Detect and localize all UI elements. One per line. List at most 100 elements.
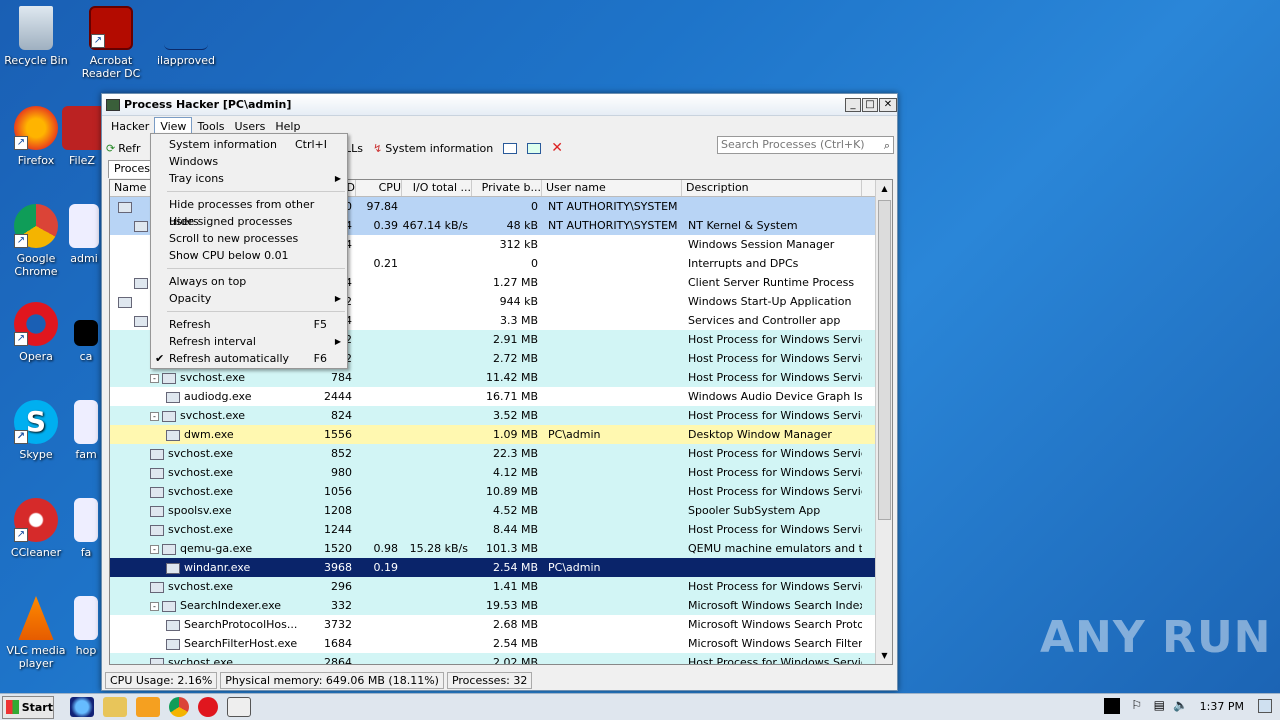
table-row[interactable]: svchost.exe 296 1.41 MB Host Process for Wi… [110, 577, 892, 596]
table-row[interactable]: svchost.exe 1244 8.44 MB Host Process for W… [110, 520, 892, 539]
cell-priv: 8.44 MB [492, 523, 538, 536]
cell-priv: 2.02 MB [492, 656, 538, 665]
cell-io [402, 349, 472, 368]
maximize-button[interactable]: □ [862, 97, 878, 112]
col-cpu[interactable]: CPU [356, 180, 402, 196]
show-desktop-icon[interactable] [1258, 699, 1272, 713]
file-icon [69, 204, 99, 248]
cell-name: spoolsv.exe [110, 501, 309, 520]
col-io[interactable]: I/O total ... [402, 180, 472, 196]
cell-cpu [356, 615, 402, 634]
flag-icon[interactable]: ⚐ [1131, 698, 1142, 712]
table-row[interactable]: SearchProtocolHos... 3732 2.68 MB Microsoft… [110, 615, 892, 634]
table-row[interactable]: svchost.exe 2864 2.02 MB Host Process for W… [110, 653, 892, 665]
table-row[interactable]: dwm.exe 1556 1.09 MB PC\admin Desktop Window… [110, 425, 892, 444]
process-hacker-taskbar-icon[interactable] [227, 697, 251, 717]
vertical-scrollbar[interactable]: ▲ ▼ [875, 180, 892, 664]
table-row[interactable]: - svchost.exe 784 11.42 MB Host Process for … [110, 368, 892, 387]
cell-priv: 2.72 MB [492, 352, 538, 365]
menu-item-always-on-top[interactable]: Always on top [151, 273, 347, 290]
desktop-icon-vlc[interactable]: VLC media player [0, 596, 72, 670]
close-button[interactable]: ✕ [879, 97, 897, 112]
col-user-name[interactable]: User name [542, 180, 682, 196]
table-row[interactable]: - qemu-ga.exe 1520 0.98 15.28 kB/s 101.3 MB QE… [110, 539, 892, 558]
menu-item-tray-icons[interactable]: Tray icons ▶ [151, 170, 347, 187]
search-input[interactable]: Search Processes (Ctrl+K) ⌕ [717, 136, 894, 154]
cell-name: svchost.exe [110, 482, 309, 501]
desktop-icon-chrome[interactable]: ↗ Google Chrome [0, 204, 72, 278]
menu-item-opacity[interactable]: Opacity ▶ [151, 290, 347, 307]
title-bar[interactable]: Process Hacker [PC\admin] _ □ ✕ [102, 94, 897, 116]
menu-item-scroll-to-new-processes[interactable]: Scroll to new processes [151, 230, 347, 247]
scroll-down-icon[interactable]: ▼ [876, 647, 892, 664]
cell-name: - qemu-ga.exe [110, 539, 309, 558]
cell-io [402, 273, 472, 292]
clock[interactable]: 1:37 PM [1200, 700, 1244, 713]
desktop-icon-fa[interactable]: fa [70, 498, 102, 559]
refresh-button[interactable]: ⟳ Refr [106, 142, 141, 155]
cell-desc: Windows Audio Device Graph Is... [688, 390, 862, 403]
media-player-taskbar-icon[interactable] [136, 697, 160, 717]
desktop-icon-hop[interactable]: hop [70, 596, 102, 657]
table-row[interactable]: svchost.exe 980 4.12 MB Host Process for Wi… [110, 463, 892, 482]
menu-item-refresh-interval[interactable]: Refresh interval ▶ [151, 333, 347, 350]
table-row[interactable]: svchost.exe 1056 10.89 MB Host Process for … [110, 482, 892, 501]
desktop-icon-acrobat[interactable]: ↗ Acrobat Reader DC [75, 6, 147, 80]
window-button[interactable] [503, 142, 518, 154]
minimize-button[interactable]: _ [845, 97, 861, 112]
col-description[interactable]: Description [682, 180, 862, 196]
desktop-icon-fam[interactable]: fam [70, 400, 102, 461]
col-private-bytes[interactable]: Private b... [472, 180, 542, 196]
menu-item-windows[interactable]: Windows [151, 153, 347, 170]
menu-users[interactable]: Users [230, 118, 271, 135]
start-button[interactable]: Start [2, 695, 54, 719]
desktop-icon-opera[interactable]: ↗ Opera [0, 302, 72, 363]
table-row[interactable]: windanr.exe 3968 0.19 2.54 MB PC\admin [110, 558, 892, 577]
cell-pid: 296 [331, 580, 352, 593]
tray-icon[interactable] [1104, 698, 1120, 714]
cell-pid: 1244 [324, 523, 352, 536]
table-row[interactable]: - svchost.exe 824 3.52 MB Host Process for W… [110, 406, 892, 425]
opera-taskbar-icon[interactable] [198, 697, 218, 717]
menu-item-refresh[interactable]: Refresh F5 [151, 316, 347, 333]
menu-tools[interactable]: Tools [192, 118, 229, 135]
table-row[interactable]: svchost.exe 852 22.3 MB Host Process for Wi… [110, 444, 892, 463]
menu-item-system-information[interactable]: System information Ctrl+I [151, 136, 347, 153]
desktop-icon-filez[interactable]: FileZ [62, 106, 102, 167]
chrome-taskbar-icon[interactable] [169, 697, 189, 717]
collapse-toggle-icon[interactable]: - [150, 544, 159, 554]
system-information-button[interactable]: ↯ System information [373, 142, 493, 155]
view-menu: System information Ctrl+I Windows Tray icon… [150, 133, 348, 369]
file-icon [74, 400, 98, 444]
table-row[interactable]: audiodg.exe 2444 16.71 MB Windows Audio Dev… [110, 387, 892, 406]
terminate-button[interactable]: ✕ [551, 140, 563, 156]
ie-taskbar-icon[interactable] [70, 697, 94, 717]
collapse-toggle-icon[interactable]: - [150, 411, 159, 421]
table-row[interactable]: - SearchIndexer.exe 332 19.53 MB Microsoft W… [110, 596, 892, 615]
cell-cpu [356, 596, 402, 615]
menu-item-hide-signed-processes[interactable]: Hide signed processes [151, 213, 347, 230]
collapse-toggle-icon[interactable]: - [150, 601, 159, 611]
desktop-icon-admi[interactable]: admi [66, 204, 102, 265]
menu-item-refresh-automatically[interactable]: ✔ Refresh automatically F6 [151, 350, 347, 367]
collapse-toggle-icon[interactable]: - [150, 373, 159, 383]
scroll-thumb[interactable] [878, 200, 891, 520]
menu-item-show-cpu-below-0-01[interactable]: Show CPU below 0.01 [151, 247, 347, 264]
explorer-taskbar-icon[interactable] [103, 697, 127, 717]
desktop-icon-ca[interactable]: ca [70, 320, 102, 363]
desktop-icon-recycle-bin[interactable]: Recycle Bin [0, 6, 72, 67]
menu-help[interactable]: Help [270, 118, 305, 135]
cell-pid: 1208 [324, 504, 352, 517]
desktop-icon-skype[interactable]: S ↗ Skype [0, 400, 72, 461]
desktop-icon-ilapproved[interactable]: ilapproved [150, 6, 222, 67]
table-row[interactable]: spoolsv.exe 1208 4.52 MB Spooler SubSystem … [110, 501, 892, 520]
cell-io [402, 596, 472, 615]
table-row[interactable]: SearchFilterHost.exe 1684 2.54 MB Microsoft… [110, 634, 892, 653]
volume-icon[interactable]: 🔈 [1173, 698, 1188, 712]
find-window-button[interactable] [527, 142, 542, 154]
desktop-icon-ccleaner[interactable]: ↗ CCleaner [0, 498, 72, 559]
menu-hacker[interactable]: Hacker [106, 118, 154, 135]
menu-item-hide-processes-from-other-users[interactable]: Hide processes from other users [151, 196, 347, 228]
scroll-up-icon[interactable]: ▲ [876, 180, 892, 197]
network-icon[interactable]: ▤ [1154, 698, 1165, 712]
